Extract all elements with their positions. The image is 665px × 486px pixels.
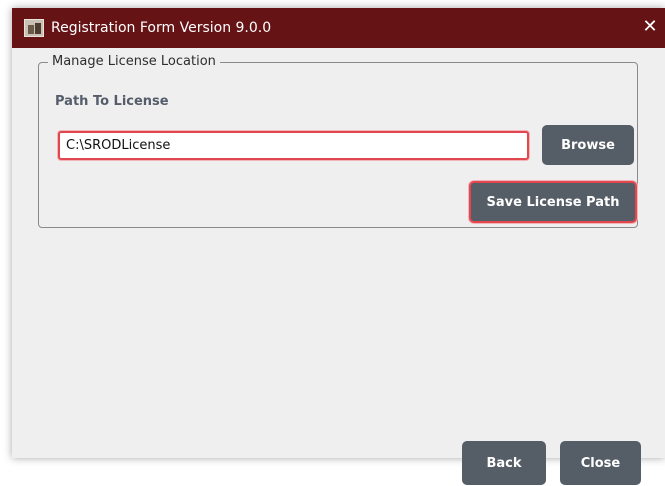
close-icon[interactable]: ✕ bbox=[640, 16, 660, 38]
window-title: Registration Form Version 9.0.0 bbox=[51, 20, 272, 36]
app-icon-shape-b bbox=[35, 23, 41, 34]
path-to-license-label: Path To License bbox=[55, 94, 169, 109]
browse-button[interactable]: Browse bbox=[542, 125, 634, 165]
app-icon-shape-a bbox=[28, 25, 34, 34]
save-license-path-button[interactable]: Save License Path bbox=[469, 181, 637, 223]
app-icon bbox=[24, 19, 44, 37]
close-button[interactable]: Close bbox=[560, 441, 641, 485]
group-legend: Manage License Location bbox=[48, 54, 220, 70]
back-button[interactable]: Back bbox=[462, 441, 546, 485]
title-bar: Registration Form Version 9.0.0 ✕ bbox=[12, 8, 665, 48]
license-path-input[interactable] bbox=[58, 131, 529, 160]
